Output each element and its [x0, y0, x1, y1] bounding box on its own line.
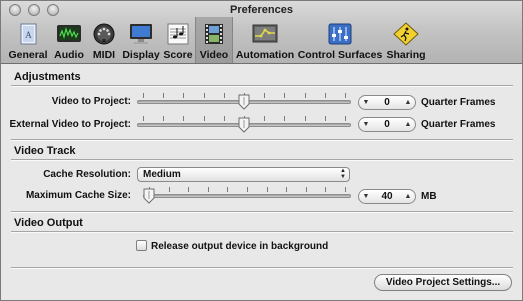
cache-resolution-label: Cache Resolution:	[43, 169, 131, 180]
slider-tick	[224, 93, 225, 98]
slider-tick	[227, 187, 228, 192]
slider-tick	[325, 93, 326, 98]
slider-tick	[163, 93, 164, 98]
slider-tick	[325, 116, 326, 121]
maximum-cache-size-stepper[interactable]: ▼ 40 ▲	[358, 189, 416, 204]
sharing-icon	[392, 22, 420, 46]
slider-tick	[305, 93, 306, 98]
slider-tick	[188, 187, 189, 192]
increment-arrow-icon[interactable]: ▲	[401, 193, 415, 200]
slider-tick	[143, 93, 144, 98]
slider-tick	[143, 116, 144, 121]
slider-tick	[169, 187, 170, 192]
adjustments-title: Adjustments	[14, 71, 81, 83]
slider-tick	[264, 116, 265, 121]
toolbar-video[interactable]: Video	[195, 17, 233, 63]
video-track-title: Video Track	[14, 145, 76, 157]
slider-thumb[interactable]	[238, 117, 250, 133]
up-down-arrows-icon: ▲ ▼	[340, 168, 346, 180]
score-icon	[164, 22, 192, 46]
slider-tick	[345, 93, 346, 98]
cache-resolution-popup[interactable]: Medium ▲ ▼	[137, 167, 350, 182]
slider-tick	[183, 116, 184, 121]
slider-tick	[247, 187, 248, 192]
automation-icon	[251, 22, 279, 46]
adjustments-separator	[11, 85, 513, 87]
slider-tick	[305, 116, 306, 121]
video-to-project-slider[interactable]	[137, 93, 351, 113]
toolbar-automation[interactable]: Automation	[233, 17, 297, 63]
preferences-toolbar: A General Audio MIDI Display Score Video…	[5, 17, 429, 63]
external-video-to-project-stepper[interactable]: ▼ 0 ▲	[358, 117, 416, 132]
maximum-cache-size-slider[interactable]	[143, 187, 351, 207]
toolbar-score[interactable]: Score	[161, 17, 195, 63]
window-title: Preferences	[230, 4, 293, 16]
video-track-separator	[11, 159, 513, 161]
control-surfaces-icon	[326, 22, 354, 46]
midi-icon	[90, 22, 118, 46]
slider-thumb[interactable]	[143, 188, 155, 204]
video-project-settings-button[interactable]: Video Project Settings...	[374, 274, 512, 291]
toolbar-audio[interactable]: Audio	[51, 17, 87, 63]
slider-tick	[183, 93, 184, 98]
slider-tick	[345, 187, 346, 192]
increment-arrow-icon[interactable]: ▲	[401, 121, 415, 128]
toolbar-display[interactable]: Display	[121, 17, 161, 63]
external-video-to-project-label: External Video to Project:	[9, 119, 131, 130]
slider-track[interactable]	[143, 194, 351, 198]
release-output-label[interactable]: Release output device in background	[151, 241, 328, 252]
slider-tick	[204, 93, 205, 98]
adjustments-bottom-separator	[11, 139, 513, 141]
title-toolbar: Preferences A General Audio MIDI Display…	[1, 1, 522, 64]
slider-tick	[286, 187, 287, 192]
slider-tick	[224, 116, 225, 121]
video-to-project-unit: Quarter Frames	[421, 97, 496, 108]
external-video-to-project-slider[interactable]	[137, 116, 351, 136]
video-track-bottom-separator	[11, 211, 513, 213]
toolbar-sharing[interactable]: Sharing	[383, 17, 429, 63]
toolbar-general[interactable]: A General	[5, 17, 51, 63]
preferences-window: Preferences A General Audio MIDI Display…	[0, 0, 523, 301]
slider-tick	[204, 116, 205, 121]
general-icon: A	[14, 22, 42, 46]
slider-thumb[interactable]	[238, 94, 250, 110]
slider-tick	[163, 116, 164, 121]
slider-tick	[306, 187, 307, 192]
increment-arrow-icon[interactable]: ▲	[401, 99, 415, 106]
slider-tick	[267, 187, 268, 192]
audio-icon	[55, 22, 83, 46]
maximum-cache-size-label: Maximum Cache Size:	[25, 190, 131, 201]
video-to-project-stepper[interactable]: ▼ 0 ▲	[358, 95, 416, 110]
video-output-title: Video Output	[14, 217, 83, 229]
video-output-separator	[11, 231, 513, 233]
slider-tick	[325, 187, 326, 192]
slider-tick	[264, 93, 265, 98]
toolbar-midi[interactable]: MIDI	[87, 17, 121, 63]
slider-tick	[284, 116, 285, 121]
decrement-arrow-icon[interactable]: ▼	[359, 121, 373, 128]
maximum-cache-size-unit: MB	[421, 191, 437, 202]
external-video-to-project-unit: Quarter Frames	[421, 119, 496, 130]
slider-tick	[345, 116, 346, 121]
decrement-arrow-icon[interactable]: ▼	[359, 99, 373, 106]
footer-separator	[11, 267, 513, 269]
svg-text:A: A	[25, 30, 32, 40]
slider-tick	[208, 187, 209, 192]
decrement-arrow-icon[interactable]: ▼	[359, 193, 373, 200]
video-icon	[200, 22, 228, 46]
display-icon	[127, 22, 155, 46]
release-output-checkbox[interactable]	[136, 240, 147, 251]
toolbar-control-surfaces[interactable]: Control Surfaces	[297, 17, 383, 63]
video-to-project-label: Video to Project:	[51, 96, 131, 107]
slider-tick	[284, 93, 285, 98]
